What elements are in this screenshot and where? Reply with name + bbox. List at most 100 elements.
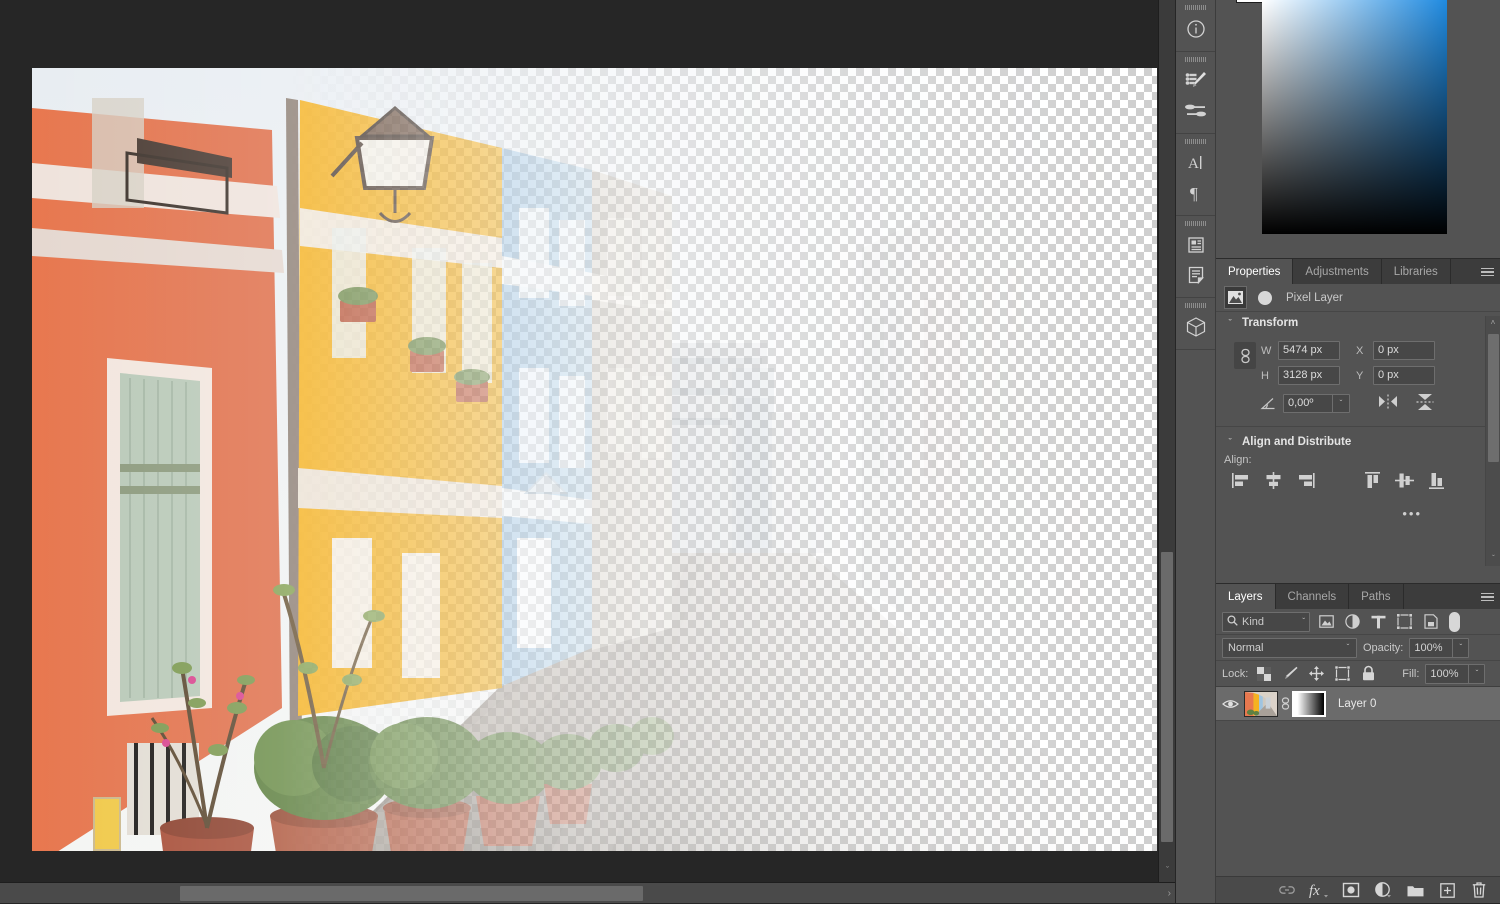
rail-group-info: [1176, 0, 1215, 52]
brush-presets-icon[interactable]: [1176, 66, 1216, 96]
delete-layer-icon[interactable]: [1470, 880, 1488, 900]
filter-kind-select[interactable]: Kind ˇ: [1222, 612, 1310, 632]
canvas-scroll-right-arrow[interactable]: ›: [1168, 883, 1171, 904]
filter-type-icon[interactable]: [1369, 612, 1388, 632]
tab-paths[interactable]: Paths: [1349, 584, 1403, 609]
foreground-color-swatch[interactable]: [1237, 0, 1265, 2]
canvas-vscroll-thumb[interactable]: [1161, 552, 1173, 842]
opacity-control[interactable]: 100% ˇ: [1409, 638, 1469, 658]
tab-channels[interactable]: Channels: [1276, 584, 1350, 609]
panel-grip[interactable]: [1185, 139, 1207, 144]
tab-layers[interactable]: Layers: [1216, 584, 1276, 609]
new-layer-icon[interactable]: [1438, 880, 1456, 900]
canvas-horizontal-scrollbar[interactable]: ›: [0, 882, 1175, 903]
align-right-edges-icon[interactable]: [1296, 472, 1315, 492]
y-input[interactable]: 0 px: [1373, 366, 1435, 385]
canvas-hscroll-thumb[interactable]: [180, 886, 643, 901]
saturation-value-field[interactable]: [1262, 0, 1447, 234]
tab-properties[interactable]: Properties: [1216, 259, 1293, 284]
link-layers-icon[interactable]: [1278, 880, 1296, 900]
properties-scroll-thumb[interactable]: [1488, 334, 1499, 462]
flip-vertical-icon[interactable]: [1416, 393, 1434, 414]
canvas-scroll-down-arrow[interactable]: ˇ: [1159, 862, 1176, 878]
chevron-down-icon[interactable]: ˇ: [1224, 437, 1236, 447]
x-input[interactable]: 0 px: [1373, 341, 1435, 360]
layer-mask-thumbnail[interactable]: [1292, 691, 1326, 717]
chevron-down-icon[interactable]: ˇ: [1302, 617, 1305, 626]
tab-libraries[interactable]: Libraries: [1382, 259, 1451, 284]
filter-pixel-icon[interactable]: [1317, 612, 1336, 632]
flip-horizontal-icon[interactable]: [1378, 394, 1398, 412]
svg-text:fx: fx: [1309, 883, 1320, 899]
tab-adjustments[interactable]: Adjustments: [1293, 259, 1381, 284]
properties-scroll-down-arrow[interactable]: ˇ: [1486, 552, 1500, 566]
lock-all-icon[interactable]: [1358, 664, 1378, 684]
filter-enable-toggle[interactable]: [1449, 612, 1460, 632]
chevron-down-icon[interactable]: ˇ: [1452, 639, 1468, 657]
blend-mode-select[interactable]: Normal ˇ: [1222, 638, 1357, 658]
paragraph-icon[interactable]: ¶: [1176, 178, 1216, 208]
layer-thumbnail[interactable]: [1244, 691, 1278, 717]
properties-panel-menu-button[interactable]: [1481, 259, 1494, 285]
align-more-button[interactable]: •••: [1216, 506, 1500, 521]
height-input[interactable]: 3128 px: [1278, 366, 1340, 385]
filter-shape-icon[interactable]: [1395, 612, 1414, 632]
hamburger-icon: [1481, 590, 1494, 603]
brush-settings-icon[interactable]: [1176, 96, 1216, 126]
document-canvas[interactable]: [32, 68, 1157, 851]
eye-icon[interactable]: [1216, 698, 1244, 710]
align-top-edges-icon[interactable]: [1363, 472, 1382, 492]
lock-position-icon[interactable]: [1306, 664, 1326, 684]
panel-grip[interactable]: [1185, 57, 1207, 62]
link-constrain-icon[interactable]: [1234, 342, 1256, 369]
layers-panel-menu-button[interactable]: [1481, 584, 1494, 610]
align-bottom-edges-icon[interactable]: [1427, 472, 1446, 492]
panel-grip[interactable]: [1185, 221, 1207, 226]
align-left-edges-icon[interactable]: [1232, 472, 1251, 492]
opacity-value[interactable]: 100%: [1410, 639, 1452, 657]
lock-artboard-nesting-icon[interactable]: [1332, 664, 1352, 684]
transform-title: Transform: [1242, 317, 1298, 329]
add-layer-mask-icon[interactable]: [1342, 880, 1360, 900]
width-input[interactable]: 5474 px: [1278, 341, 1340, 360]
3d-icon[interactable]: [1176, 312, 1216, 342]
canvas-vertical-scrollbar[interactable]: ˇ: [1158, 0, 1175, 882]
character-styles-icon[interactable]: [1176, 230, 1216, 260]
layer-thumbnail-icon: [1224, 286, 1247, 309]
character-icon[interactable]: A: [1176, 148, 1216, 178]
chevron-down-icon[interactable]: ˇ: [1332, 395, 1349, 412]
angle-input[interactable]: 0,00º: [1284, 395, 1332, 412]
layer-name[interactable]: Layer 0: [1338, 698, 1376, 710]
align-vertical-centers-icon[interactable]: [1395, 472, 1414, 492]
properties-layer-header: Pixel Layer: [1216, 284, 1500, 312]
transform-angle-row: 0,00º ˇ: [1216, 390, 1500, 416]
properties-scroll-up-arrow[interactable]: ˄: [1486, 316, 1500, 330]
lock-transparent-pixels-icon[interactable]: [1254, 664, 1274, 684]
info-icon[interactable]: [1176, 14, 1216, 44]
align-horizontal-centers-icon[interactable]: [1264, 472, 1283, 492]
transform-section-header[interactable]: ˇ Transform: [1216, 312, 1500, 334]
fill-value[interactable]: 100%: [1426, 665, 1468, 683]
panel-grip[interactable]: [1185, 303, 1207, 308]
angle-combo[interactable]: 0,00º ˇ: [1283, 394, 1350, 413]
new-group-icon[interactable]: [1406, 880, 1424, 900]
paragraph-styles-icon[interactable]: [1176, 260, 1216, 290]
properties-panel: Properties Adjustments Libraries Pixel L…: [1216, 258, 1500, 583]
properties-scrollbar[interactable]: ˄ ˇ: [1485, 316, 1500, 566]
transform-body: W 5474 px X 0 px H 3128 px Y 0 px: [1216, 334, 1500, 422]
color-picker-panel[interactable]: [1216, 0, 1500, 250]
table-row[interactable]: Layer 0: [1216, 687, 1500, 721]
filter-smart-object-icon[interactable]: [1421, 612, 1440, 632]
panel-grip[interactable]: [1185, 5, 1207, 10]
new-fill-adjustment-layer-icon[interactable]: [1374, 880, 1392, 900]
align-section-header[interactable]: ˇ Align and Distribute: [1216, 426, 1500, 452]
layer-style-fx-icon[interactable]: fx: [1310, 880, 1328, 900]
chevron-down-icon[interactable]: ˇ: [1468, 665, 1484, 683]
lock-image-pixels-icon[interactable]: [1280, 664, 1300, 684]
chevron-down-icon[interactable]: ˇ: [1224, 318, 1236, 328]
link-mask-icon[interactable]: [1278, 697, 1292, 710]
canvas-area[interactable]: ˇ: [0, 0, 1158, 882]
filter-adjustment-icon[interactable]: [1343, 612, 1362, 632]
chevron-down-icon[interactable]: ˇ: [1340, 639, 1356, 657]
fill-control[interactable]: 100% ˇ: [1425, 664, 1485, 684]
